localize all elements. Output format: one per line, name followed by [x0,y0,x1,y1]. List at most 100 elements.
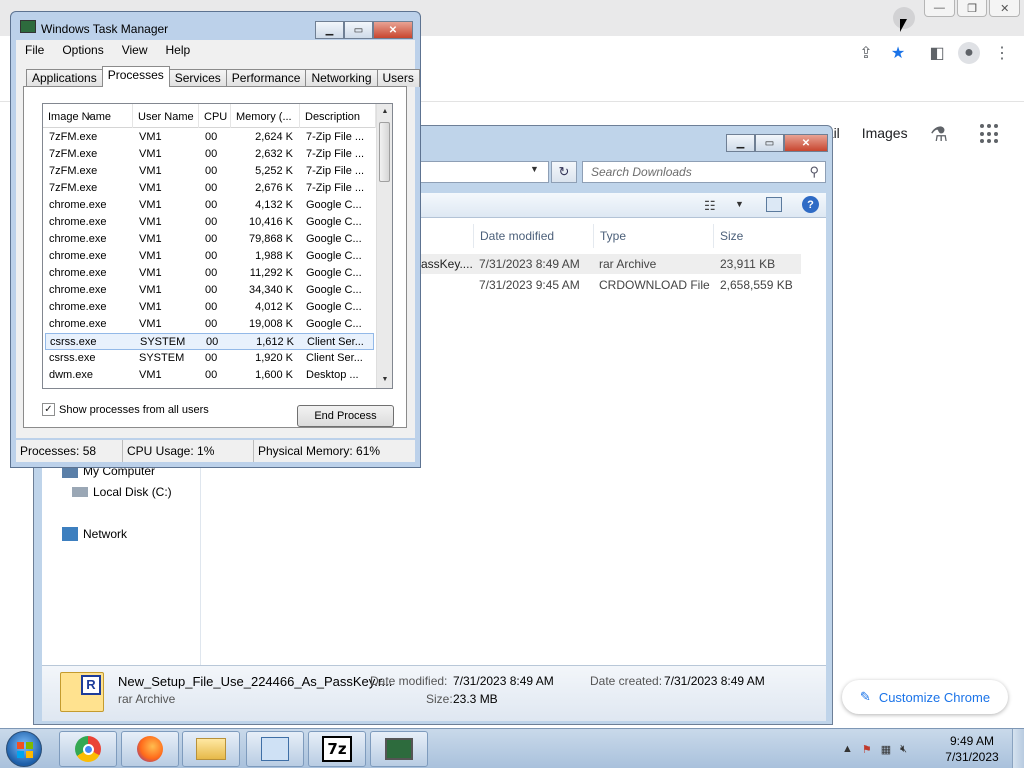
tab-applications[interactable]: Applications [26,69,103,87]
process-row[interactable]: chrome.exe VM1 00 19,008 K Google C... [45,316,374,333]
process-row[interactable]: 7zFM.exe VM1 00 2,624 K 7-Zip File ... [45,129,374,146]
process-image-name: chrome.exe [49,250,107,262]
process-row[interactable]: chrome.exe VM1 00 4,132 K Google C... [45,197,374,214]
process-row[interactable]: 7zFM.exe VM1 00 2,676 K 7-Zip File ... [45,180,374,197]
process-row[interactable]: chrome.exe VM1 00 11,292 K Google C... [45,265,374,282]
taskbar-task-manager[interactable] [370,731,428,767]
process-cpu: 00 [205,301,218,313]
checkbox-checked-icon[interactable]: ✓ [42,403,55,416]
column-type[interactable]: Type [593,224,713,248]
scrollbar-thumb[interactable] [379,122,390,182]
mouse-cursor-icon [900,19,907,32]
process-user-name: SYSTEM [139,352,185,364]
customize-chrome-button[interactable]: ✎ Customize Chrome [842,680,1008,714]
close-button[interactable]: ✕ [989,0,1021,17]
process-row[interactable]: chrome.exe VM1 00 10,416 K Google C... [45,214,374,231]
minimize-button[interactable]: — [924,0,955,17]
refresh-icon[interactable]: ↻ [551,161,577,183]
tm-maximize-button[interactable]: ▭ [344,21,373,39]
taskbar-explorer[interactable] [182,731,240,767]
bookmark-star-icon[interactable]: ★ [887,42,909,64]
tab-networking[interactable]: Networking [305,69,378,87]
system-clock[interactable]: 9:49 AM 7/31/2023 [944,733,1000,765]
tab-performance[interactable]: Performance [225,69,307,87]
tm-minimize-button[interactable]: ▁ [315,21,344,39]
scroll-down-icon[interactable]: ▼ [377,372,392,388]
column-image-name[interactable]: ▲ Image Name [43,104,133,128]
menu-options[interactable]: Options [53,43,112,57]
menu-file[interactable]: File [16,43,53,57]
column-cpu[interactable]: CPU [199,104,231,128]
profile-avatar-icon[interactable]: ● [958,42,980,64]
restore-button[interactable]: ❐ [956,0,988,17]
images-link[interactable]: Images [862,125,908,141]
show-all-processes-checkbox[interactable]: ✓ Show processes from all users [42,403,209,416]
process-row[interactable]: 7zFM.exe VM1 00 5,252 K 7-Zip File ... [45,163,374,180]
process-user-name: VM1 [139,199,162,211]
change-view-icon[interactable]: ☷ [704,198,716,214]
process-image-name: 7zFM.exe [49,148,98,160]
taskbar-control-panel[interactable] [246,731,304,767]
taskbar-7zip[interactable]: 7z [308,731,366,767]
search-icon[interactable]: ⚲ [809,164,819,180]
taskbar-chrome[interactable] [59,731,117,767]
column-memory[interactable]: Memory (... [231,104,300,128]
file-size: 23,911 KB [720,257,776,271]
help-icon[interactable]: ? [802,196,819,213]
process-image-name: csrss.exe [49,352,96,364]
share-icon[interactable]: ⇪ [855,42,877,64]
nav-local-disk[interactable]: Local Disk (C:) [72,485,172,499]
process-row[interactable]: chrome.exe VM1 00 79,868 K Google C... [45,231,374,248]
tab-services[interactable]: Services [168,69,227,87]
column-date-modified[interactable]: Date modified [473,224,593,248]
process-cpu: 00 [205,250,218,262]
details-pane: R New_Setup_File_Use_224466_As_PassKey.r… [42,665,826,721]
process-description: 7-Zip File ... [306,165,365,177]
show-desktop-button[interactable] [1012,729,1024,768]
column-user-name[interactable]: User Name [133,104,199,128]
process-user-name: VM1 [139,267,162,279]
network-status-icon[interactable]: ▦ [881,743,891,756]
menu-help[interactable]: Help [157,43,200,57]
more-menu-icon[interactable]: ⋮ [991,42,1013,64]
taskbar-firefox[interactable] [121,731,179,767]
explorer-icon [196,738,226,760]
side-panel-icon[interactable]: ◧ [926,42,948,64]
tab-users[interactable]: Users [376,69,420,87]
process-row[interactable]: chrome.exe VM1 00 4,012 K Google C... [45,299,374,316]
menu-view[interactable]: View [113,43,157,57]
process-list-scrollbar[interactable]: ▲ ▼ [376,104,392,388]
process-row[interactable]: chrome.exe VM1 00 1,988 K Google C... [45,248,374,265]
search-input[interactable]: Search Downloads ⚲ [582,161,826,183]
address-dropdown-icon[interactable]: ▼ [530,164,539,174]
explorer-maximize-button[interactable]: ▭ [755,134,784,152]
nav-network[interactable]: Network [62,527,127,541]
process-row[interactable]: 7zFM.exe VM1 00 2,632 K 7-Zip File ... [45,146,374,163]
clock-date: 7/31/2023 [945,750,999,764]
action-center-flag-icon[interactable]: ⚑ [862,743,872,756]
scroll-up-icon[interactable]: ▲ [377,104,392,120]
tab-processes[interactable]: Processes [101,66,170,87]
process-row[interactable]: csrss.exe SYSTEM 00 1,920 K Client Ser... [45,350,374,367]
google-apps-icon[interactable] [980,124,1000,144]
volume-muted-icon[interactable]: 🔇︎ [900,743,907,756]
process-list[interactable]: ▲ Image Name User Name CPU Memory (... D… [42,103,393,389]
end-process-button[interactable]: End Process [297,405,394,427]
views-dropdown-icon[interactable]: ▼ [735,199,744,209]
process-row[interactable]: csrss.exe SYSTEM 00 1,612 K Client Ser... [45,333,374,350]
labs-flask-icon[interactable]: ⚗ [930,122,954,146]
process-row[interactable]: chrome.exe VM1 00 34,340 K Google C... [45,282,374,299]
explorer-minimize-button[interactable]: ▁ [726,134,755,152]
column-size[interactable]: Size [713,224,793,248]
column-description[interactable]: Description [300,104,376,128]
task-manager-titlebar[interactable]: Windows Task Manager ▁ ▭ ✕ [11,12,420,40]
show-hidden-icons-icon[interactable]: ▲ [842,743,853,755]
process-row[interactable]: dwm.exe VM1 00 1,600 K Desktop ... [45,367,374,384]
file-date: 7/31/2023 8:49 AM [479,257,580,271]
pencil-icon: ✎ [859,689,871,704]
start-button[interactable] [6,731,42,767]
preview-pane-icon[interactable] [766,197,782,212]
tm-close-button[interactable]: ✕ [373,21,413,39]
process-description: Google C... [306,250,362,262]
explorer-close-button[interactable]: ✕ [784,134,828,152]
